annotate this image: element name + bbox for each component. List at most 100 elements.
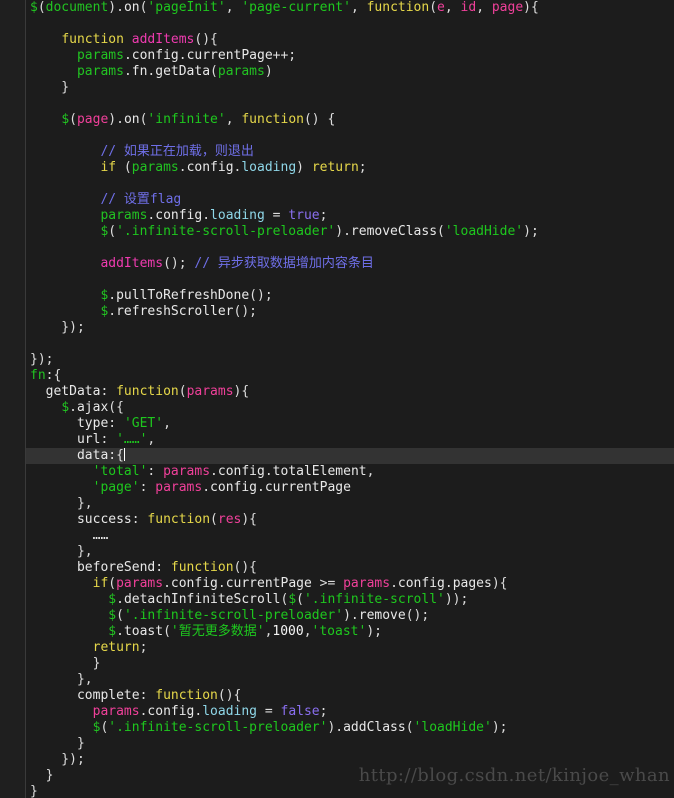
code-line[interactable]: 3 function addItems(){ — [0, 32, 674, 48]
line-content[interactable]: $.ajax({ — [30, 400, 124, 416]
code-line[interactable]: 20 $.refreshScroller(); — [0, 304, 674, 320]
line-content[interactable]: } — [30, 784, 38, 798]
line-content[interactable]: …… — [30, 528, 109, 544]
line-content[interactable]: data:{ — [30, 448, 125, 464]
code-text-area[interactable]: 1$(document).on('pageInit', 'page-curren… — [0, 0, 674, 798]
code-line[interactable]: 7 — [0, 96, 674, 112]
line-content[interactable]: complete: function(){ — [30, 688, 241, 704]
code-line[interactable]: 30 'total': params.config.totalElement, — [0, 464, 674, 480]
code-token: ) — [108, 0, 117, 15]
code-line[interactable]: 16 — [0, 240, 674, 256]
code-line[interactable]: 22 — [0, 336, 674, 352]
code-token: $ — [30, 0, 38, 15]
code-line[interactable]: 46 $('.infinite-scroll-preloader').addCl… — [0, 720, 674, 736]
line-content[interactable]: 'page': params.config.currentPage — [30, 480, 351, 496]
code-line[interactable]: 35 }, — [0, 544, 674, 560]
code-token: removeClass — [350, 224, 438, 239]
code-line[interactable]: 21 }); — [0, 320, 674, 336]
line-content[interactable]: $.refreshScroller(); — [30, 304, 257, 320]
code-line[interactable]: 44 complete: function(){ — [0, 688, 674, 704]
code-line[interactable]: 37 if(params.config.currentPage >= param… — [0, 576, 674, 592]
code-line[interactable]: 12 — [0, 176, 674, 192]
code-line[interactable]: 43 }, — [0, 672, 674, 688]
line-content[interactable]: }); — [30, 320, 85, 336]
code-line[interactable]: 18 — [0, 272, 674, 288]
code-token: params — [116, 576, 164, 591]
code-line[interactable]: 24fn:{ — [0, 368, 674, 384]
code-line[interactable]: 19 $.pullToRefreshDone(); — [0, 288, 674, 304]
code-line[interactable]: 17 addItems(); // 异步获取数据增加内容条目 — [0, 256, 674, 272]
line-content[interactable]: addItems(); // 异步获取数据增加内容条目 — [30, 256, 373, 272]
line-content[interactable]: return; — [30, 640, 148, 656]
line-content[interactable]: params.config.loading = false; — [30, 704, 328, 720]
code-line[interactable]: 5 params.fn.getData(params) — [0, 64, 674, 80]
line-content[interactable]: $('.infinite-scroll-preloader').removeCl… — [30, 224, 538, 240]
code-line[interactable]: 41 return; — [0, 640, 674, 656]
code-line[interactable]: 39 $('.infinite-scroll-preloader').remov… — [0, 608, 674, 624]
code-line[interactable]: 50} — [0, 784, 674, 798]
line-content[interactable]: } — [30, 736, 85, 752]
line-content[interactable]: if (params.config.loading) return; — [30, 160, 366, 176]
line-content[interactable]: url: '……', — [30, 432, 155, 448]
code-editor[interactable]: 1$(document).on('pageInit', 'page-curren… — [0, 0, 674, 798]
code-line[interactable]: 33 success: function(res){ — [0, 512, 674, 528]
code-line[interactable]: 47 } — [0, 736, 674, 752]
code-line[interactable]: 11 if (params.config.loading) return; — [0, 160, 674, 176]
line-content[interactable]: }, — [30, 544, 93, 560]
code-line[interactable]: 40 $.toast('暂无更多数据',1000,'toast'); — [0, 624, 674, 640]
code-line[interactable]: 38 $.detachInfiniteScroll($('.infinite-s… — [0, 592, 674, 608]
code-line[interactable]: 6 } — [0, 80, 674, 96]
line-content[interactable]: $(page).on('infinite', function() { — [30, 112, 335, 128]
code-line[interactable]: 4 params.config.currentPage++; — [0, 48, 674, 64]
line-content[interactable]: } — [30, 768, 54, 784]
line-content[interactable]: } — [30, 80, 69, 96]
line-content[interactable]: beforeSend: function(){ — [30, 560, 257, 576]
line-content[interactable]: $.detachInfiniteScroll($('.infinite-scro… — [30, 592, 468, 608]
code-line[interactable]: 45 params.config.loading = false; — [0, 704, 674, 720]
line-content[interactable]: 'total': params.config.totalElement, — [30, 464, 375, 480]
line-content[interactable]: type: 'GET', — [30, 416, 171, 432]
code-line[interactable]: 8 $(page).on('infinite', function() { — [0, 112, 674, 128]
line-content[interactable]: getData: function(params){ — [30, 384, 250, 400]
code-line[interactable]: 15 $('.infinite-scroll-preloader').remov… — [0, 224, 674, 240]
line-content[interactable]: success: function(res){ — [30, 512, 257, 528]
line-content[interactable]: params.config.currentPage++; — [30, 48, 296, 64]
line-content[interactable]: $.pullToRefreshDone(); — [30, 288, 272, 304]
code-line[interactable]: 42 } — [0, 656, 674, 672]
code-token: ( — [163, 624, 171, 639]
line-content[interactable]: }); — [30, 752, 85, 768]
code-line[interactable]: 36 beforeSend: function(){ — [0, 560, 674, 576]
code-line[interactable]: 28 url: '……', — [0, 432, 674, 448]
code-line-current[interactable]: 29 data:{ — [0, 448, 674, 464]
line-content[interactable]: $('.infinite-scroll-preloader').remove()… — [30, 608, 429, 624]
code-line[interactable]: 27 type: 'GET', — [0, 416, 674, 432]
line-content[interactable]: } — [30, 656, 101, 672]
line-content[interactable]: // 如果正在加载，则退出 — [30, 144, 253, 160]
code-token: $ — [108, 608, 117, 623]
line-content[interactable]: }, — [30, 496, 93, 512]
code-line[interactable]: 2 — [0, 16, 674, 32]
code-line[interactable]: 13 // 设置flag — [0, 192, 674, 208]
line-content[interactable]: $(document).on('pageInit', 'page-current… — [30, 0, 539, 16]
code-line[interactable]: 1$(document).on('pageInit', 'page-curren… — [0, 0, 674, 16]
line-content[interactable]: params.fn.getData(params) — [30, 64, 273, 80]
line-content[interactable]: }); — [30, 352, 53, 368]
line-content[interactable]: }, — [30, 672, 93, 688]
line-content[interactable]: params.config.loading = true; — [30, 208, 327, 224]
line-content[interactable]: $.toast('暂无更多数据',1000,'toast'); — [30, 624, 382, 640]
code-line[interactable]: 9 — [0, 128, 674, 144]
line-content[interactable]: // 设置flag — [30, 192, 181, 208]
code-line[interactable]: 26 $.ajax({ — [0, 400, 674, 416]
code-line[interactable]: 14 params.config.loading = true; — [0, 208, 674, 224]
line-content[interactable]: function addItems(){ — [30, 32, 218, 48]
line-content[interactable]: $('.infinite-scroll-preloader').addClass… — [30, 720, 508, 736]
line-content[interactable]: fn:{ — [30, 368, 61, 384]
code-line[interactable]: 10 // 如果正在加载，则退出 — [0, 144, 674, 160]
line-content[interactable]: if(params.config.currentPage >= params.c… — [30, 576, 508, 592]
code-line[interactable]: 23}); — [0, 352, 674, 368]
code-line[interactable]: 31 'page': params.config.currentPage — [0, 480, 674, 496]
code-line[interactable]: 34 …… — [0, 528, 674, 544]
code-token: function — [147, 512, 211, 527]
code-line[interactable]: 32 }, — [0, 496, 674, 512]
code-line[interactable]: 25 getData: function(params){ — [0, 384, 674, 400]
